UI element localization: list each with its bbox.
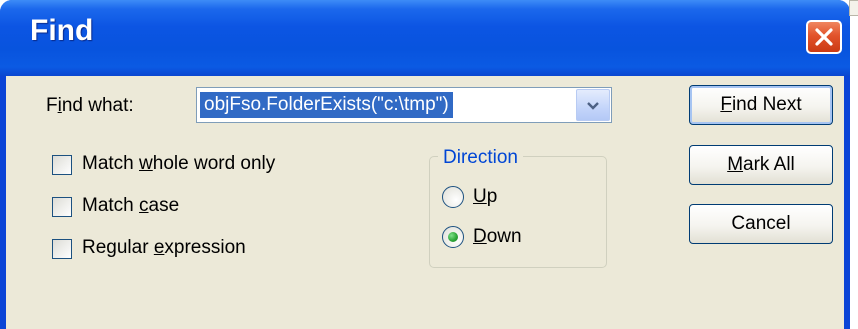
- direction-up-radio[interactable]: [442, 186, 464, 208]
- direction-down-radio[interactable]: [442, 226, 464, 248]
- radio-selected-icon: [448, 232, 458, 242]
- find-next-button[interactable]: Find Next: [689, 85, 833, 125]
- direction-legend: Direction: [438, 147, 523, 169]
- match-whole-word-checkbox[interactable]: [52, 155, 72, 175]
- direction-up-label: Up: [473, 186, 498, 207]
- match-case-label: Match case: [82, 195, 180, 216]
- dialog-body: Find what: objFso.FolderExists("c:\tmp")…: [6, 76, 844, 329]
- match-case-checkbox[interactable]: [52, 197, 72, 217]
- find-what-input[interactable]: objFso.FolderExists("c:\tmp"): [200, 92, 453, 118]
- find-dialog: Find Find what: objFso.FolderExists("c:\…: [0, 0, 850, 329]
- background-scroll-arrow: [849, 0, 858, 16]
- regular-expression-label: Regular expression: [82, 237, 246, 258]
- cancel-button[interactable]: Cancel: [689, 204, 833, 244]
- find-what-label: Find what:: [46, 95, 134, 116]
- combo-dropdown-button[interactable]: [576, 89, 610, 121]
- window-title: Find: [30, 14, 94, 47]
- close-x-icon: [815, 28, 833, 46]
- chevron-down-icon: [587, 102, 599, 110]
- match-whole-word-label: Match whole word only: [82, 153, 276, 174]
- mark-all-button[interactable]: Mark All: [689, 145, 833, 185]
- direction-down-label: Down: [473, 226, 522, 247]
- find-what-combo[interactable]: objFso.FolderExists("c:\tmp"): [196, 87, 612, 123]
- direction-group: [429, 156, 607, 268]
- close-button[interactable]: [806, 20, 842, 54]
- regular-expression-checkbox[interactable]: [52, 239, 72, 259]
- title-bar[interactable]: Find: [0, 0, 850, 76]
